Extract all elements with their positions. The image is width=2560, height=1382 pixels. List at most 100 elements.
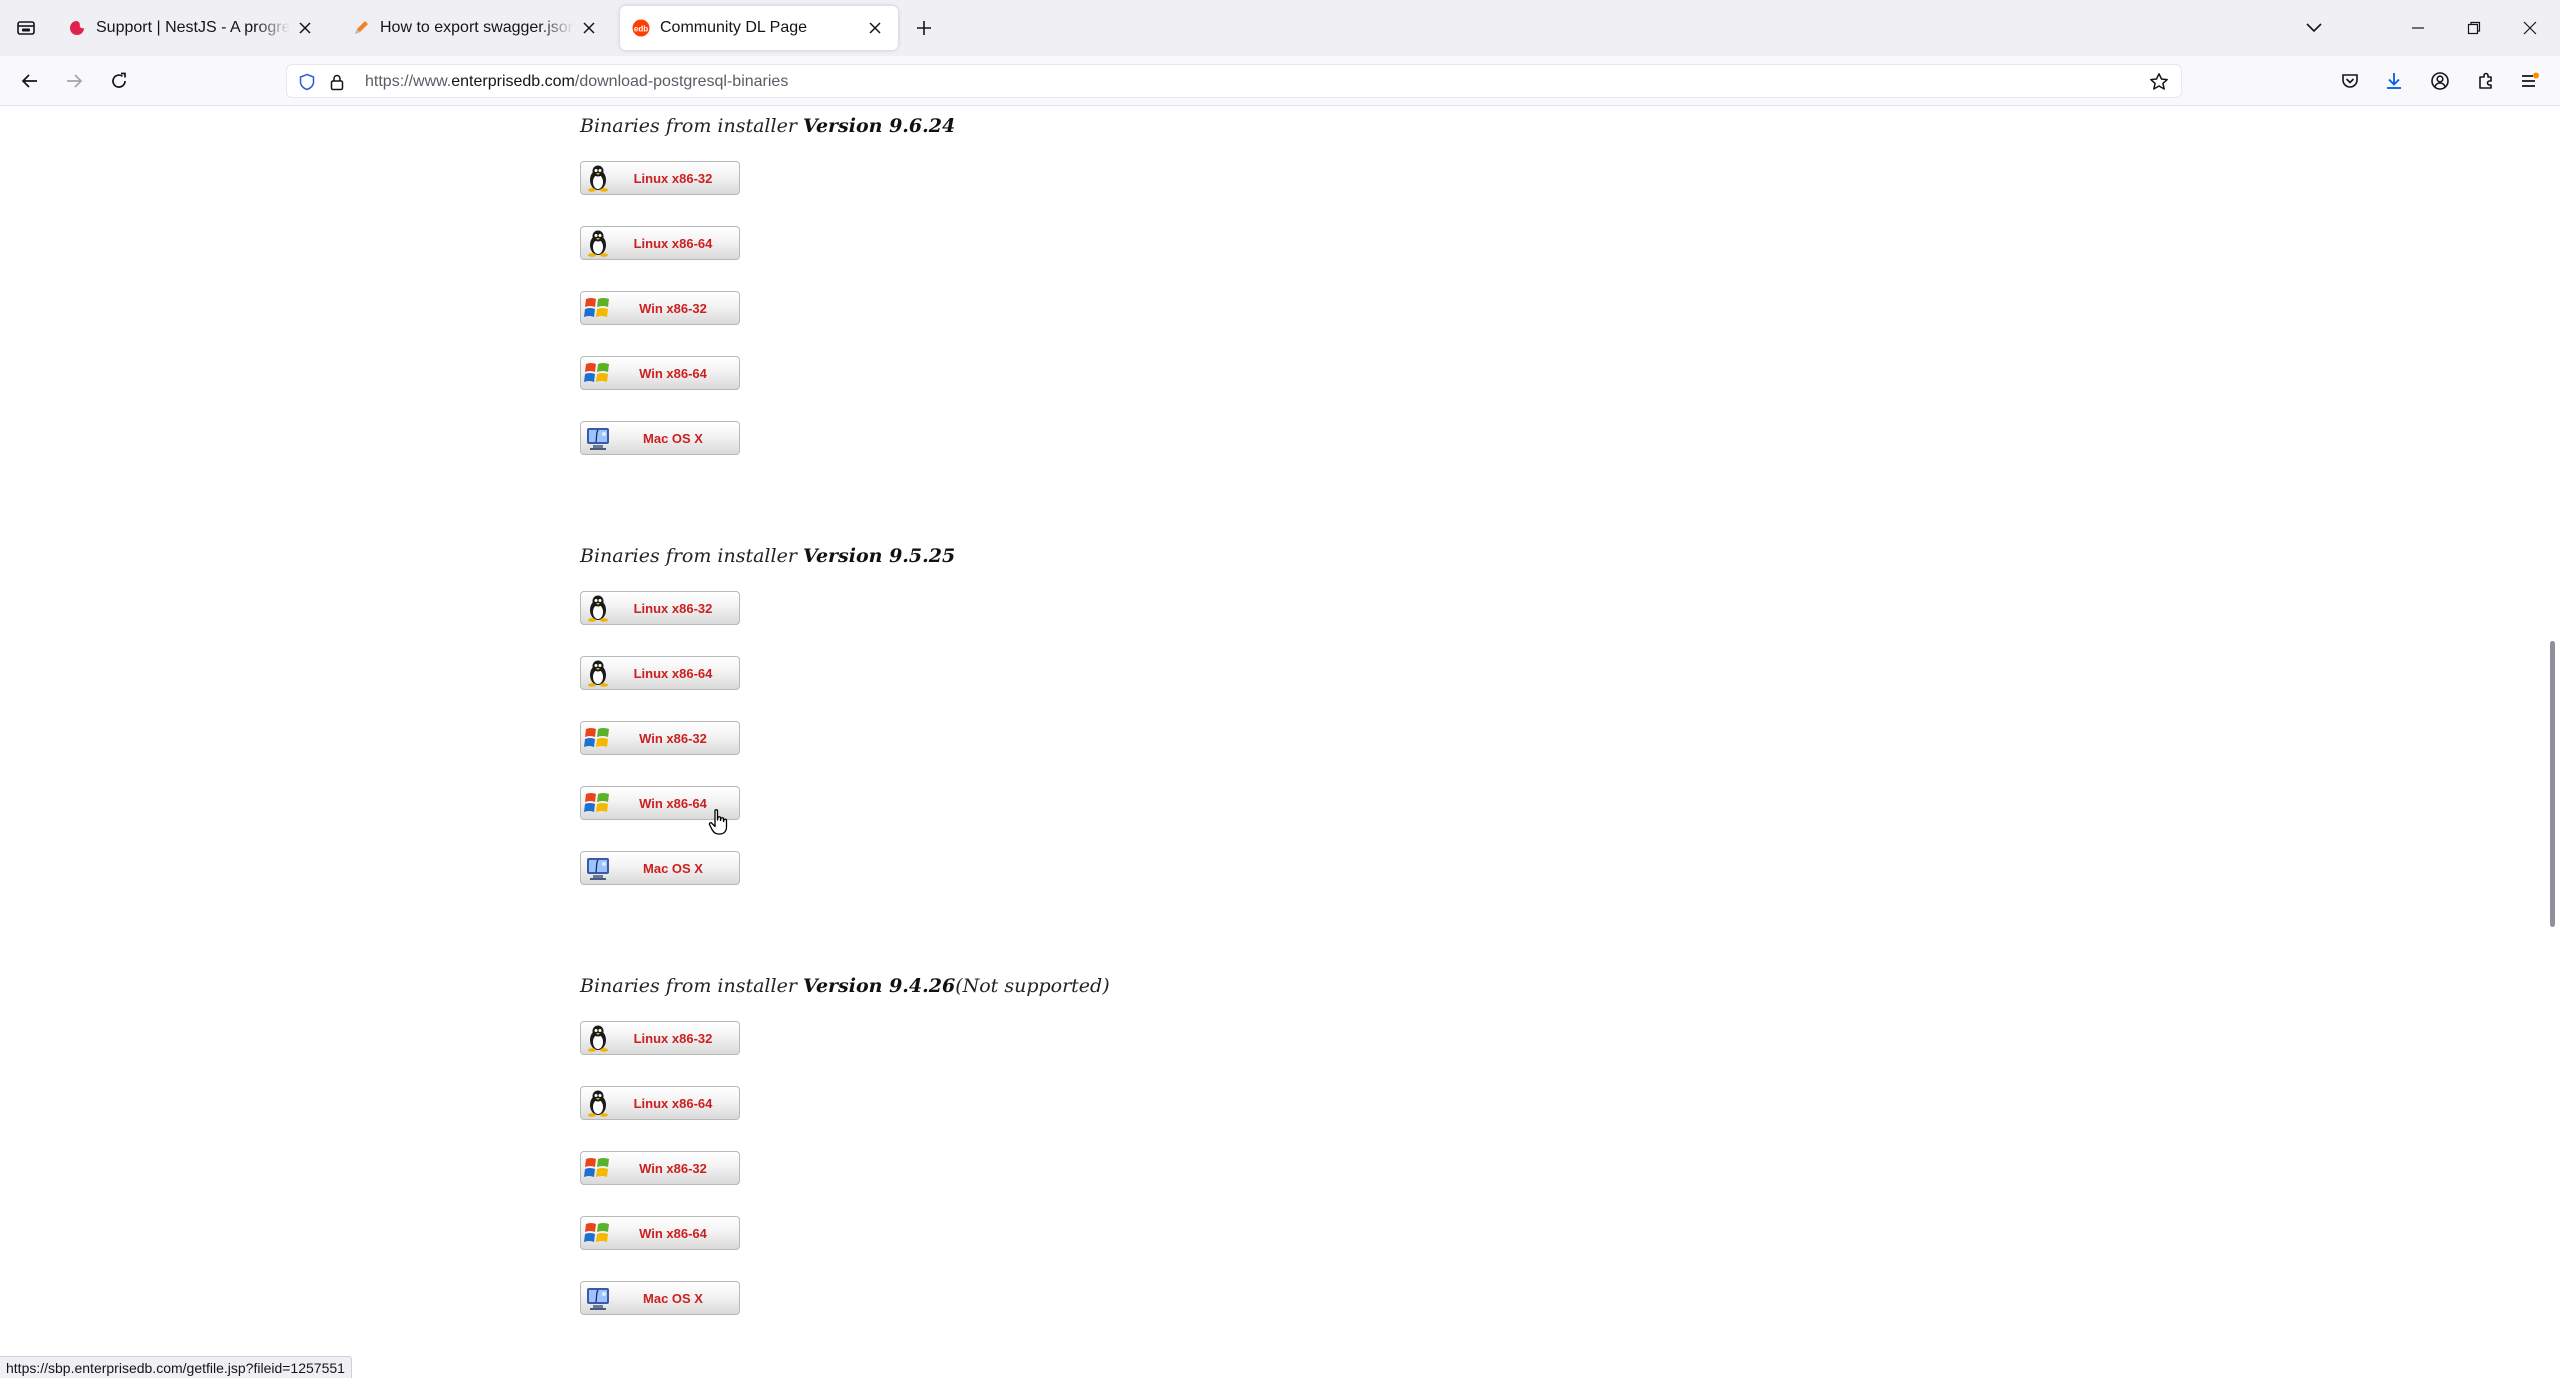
pen-favicon-icon: [352, 19, 370, 37]
version-number: Version 9.4.26: [802, 975, 956, 997]
linux-logo-icon: [581, 1087, 615, 1119]
minimize-button[interactable]: [2402, 12, 2434, 44]
svg-text:edb: edb: [634, 25, 648, 34]
chevron-down-icon: [2306, 23, 2322, 33]
download-button-label: Linux x86-32: [633, 600, 713, 616]
download-button-label: Linux x86-64: [633, 235, 713, 251]
account-button[interactable]: [2424, 65, 2456, 97]
download-button-label: Win x86-64: [639, 1225, 707, 1241]
section-heading: Binaries from installer Version 9.5.25: [580, 545, 1280, 567]
version-number: Version 9.6.24: [802, 115, 956, 137]
download-linux-button[interactable]: Linux x86-32: [580, 161, 740, 195]
tab-community-dl-page[interactable]: edb Community DL Page: [620, 6, 898, 50]
restore-button[interactable]: [2458, 12, 2490, 44]
installer-version-section: Binaries from installer Version 9.6.24 L…: [580, 115, 1280, 515]
windows-logo-icon: [581, 292, 615, 324]
hand-pointer-cursor-icon: [708, 809, 728, 835]
download-button-label: Win x86-32: [639, 300, 707, 316]
windows-logo-icon: [581, 787, 615, 819]
tracking-protection-shield-icon[interactable]: [297, 72, 317, 92]
installer-version-section: Binaries from installer Version 9.4.26(N…: [580, 975, 1280, 1375]
downloads-button[interactable]: [2378, 65, 2410, 97]
url-text: https://www.enterprisedb.com/download-po…: [365, 73, 789, 90]
linux-logo-icon: [581, 227, 615, 259]
firefox-view-button[interactable]: [12, 14, 40, 42]
download-button-label: Win x86-32: [639, 1160, 707, 1176]
windows-logo-icon: [581, 357, 615, 389]
download-linux-button[interactable]: Linux x86-32: [580, 591, 740, 625]
firefox-view-icon: [17, 21, 35, 35]
mac-logo-icon: [581, 852, 615, 884]
hamburger-menu-icon: [2522, 72, 2539, 87]
download-linux-button[interactable]: Linux x86-64: [580, 656, 740, 690]
download-linux-button[interactable]: Linux x86-32: [580, 1021, 740, 1055]
download-mac-button[interactable]: Mac OS X: [580, 851, 740, 885]
version-number: Version 9.5.25: [802, 545, 956, 567]
page-content: Binaries from installer Version 9.6.24 L…: [0, 107, 2546, 1382]
download-button-label: Mac OS X: [643, 860, 703, 876]
bookmark-star-icon[interactable]: [2149, 72, 2169, 92]
navigation-toolbar: https://www.enterprisedb.com/download-po…: [0, 56, 2560, 106]
windows-logo-icon: [581, 1217, 615, 1249]
tab-swagger[interactable]: How to export swagger.json (or yaml): [340, 6, 612, 50]
download-icon: [2387, 73, 2401, 89]
close-icon: [2523, 21, 2537, 35]
download-windows-button[interactable]: Win x86-32: [580, 721, 740, 755]
linux-logo-icon: [581, 162, 615, 194]
back-button[interactable]: [14, 65, 46, 97]
close-window-button[interactable]: [2514, 12, 2546, 44]
installer-version-section: Binaries from installer Version 9.5.25 L…: [580, 545, 1280, 945]
tab-close-icon[interactable]: [578, 17, 600, 39]
linux-logo-icon: [581, 1022, 615, 1054]
account-icon: [2431, 72, 2449, 90]
section-heading: Binaries from installer Version 9.6.24: [580, 115, 1280, 137]
list-all-tabs-button[interactable]: [2298, 12, 2330, 44]
download-windows-button[interactable]: Win x86-64: [580, 1216, 740, 1250]
download-windows-button[interactable]: Win x86-32: [580, 291, 740, 325]
puzzle-piece-icon: [2479, 72, 2492, 89]
tab-close-icon[interactable]: [864, 17, 886, 39]
restore-icon: [2467, 21, 2481, 35]
linux-logo-icon: [581, 657, 615, 689]
new-tab-button[interactable]: [910, 14, 938, 42]
download-windows-button[interactable]: Win x86-32: [580, 1151, 740, 1185]
download-mac-button[interactable]: Mac OS X: [580, 1281, 740, 1315]
download-button-label: Win x86-32: [639, 730, 707, 746]
download-button-label: Mac OS X: [643, 430, 703, 446]
reload-button[interactable]: [103, 65, 135, 97]
minimize-icon: [2412, 27, 2424, 29]
vertical-scrollbar[interactable]: [2546, 107, 2560, 1382]
app-menu-button[interactable]: [2514, 65, 2546, 97]
tab-close-icon[interactable]: [294, 17, 316, 39]
download-mac-button[interactable]: Mac OS X: [580, 421, 740, 455]
status-bar-link-preview: https://sbp.enterprisedb.com/getfile.jsp…: [0, 1356, 352, 1378]
tab-title: Community DL Page: [660, 19, 808, 36]
download-button-label: Linux x86-32: [633, 1030, 713, 1046]
section-heading: Binaries from installer Version 9.4.26(N…: [580, 975, 1280, 997]
forward-button[interactable]: [58, 65, 90, 97]
download-button-label: Linux x86-64: [633, 665, 713, 681]
windows-logo-icon: [581, 722, 615, 754]
plus-icon: [917, 21, 931, 35]
windows-logo-icon: [581, 1152, 615, 1184]
heading-prefix: Binaries from installer: [580, 545, 803, 567]
linux-logo-icon: [581, 592, 615, 624]
arrow-right-icon: [67, 74, 83, 88]
tab-title: How to export swagger.json (or yaml): [380, 19, 574, 36]
download-button-label: Mac OS X: [643, 1290, 703, 1306]
download-linux-button[interactable]: Linux x86-64: [580, 1086, 740, 1120]
tab-nestjs[interactable]: Support | NestJS - A progressive Node.js…: [56, 6, 328, 50]
address-bar[interactable]: https://www.enterprisedb.com/download-po…: [286, 64, 2182, 98]
pocket-icon: [2342, 74, 2358, 88]
scrollbar-thumb[interactable]: [2550, 641, 2555, 927]
tab-title: Support | NestJS - A progressive Node.js…: [96, 19, 290, 36]
nestjs-favicon-icon: [68, 19, 86, 37]
download-linux-button[interactable]: Linux x86-64: [580, 226, 740, 260]
support-note: (Not supported): [955, 975, 1110, 997]
download-windows-button[interactable]: Win x86-64: [580, 356, 740, 390]
pocket-button[interactable]: [2334, 65, 2366, 97]
extensions-button[interactable]: [2470, 65, 2502, 97]
mac-logo-icon: [581, 1282, 615, 1314]
padlock-icon[interactable]: [327, 72, 347, 92]
download-button-label: Win x86-64: [639, 365, 707, 381]
